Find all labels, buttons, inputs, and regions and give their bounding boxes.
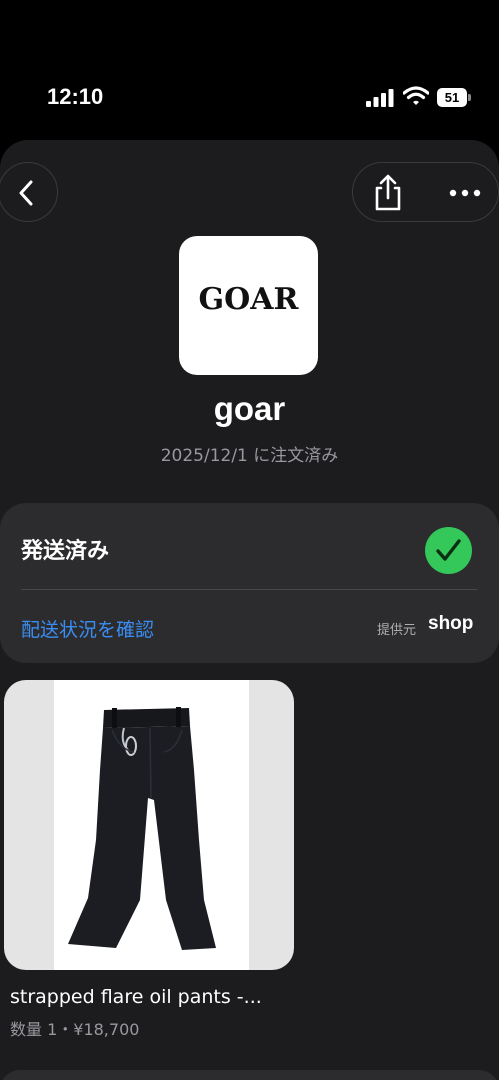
battery-level: 51 — [437, 88, 467, 107]
back-button[interactable] — [0, 162, 58, 222]
battery-tip — [468, 94, 471, 101]
shop-name: goar — [213, 390, 286, 427]
back-chevron-icon — [19, 180, 33, 206]
provided-by-label: 提供元 — [377, 623, 417, 638]
share-icon[interactable] — [370, 173, 406, 213]
status-time: 12:10 — [47, 84, 104, 109]
checkmark-icon — [425, 527, 472, 574]
more-dots-icon[interactable] — [445, 181, 485, 205]
battery-icon: 51 — [437, 88, 471, 107]
product-title[interactable]: strapped flare oil pants -... — [10, 986, 262, 1008]
order-date: 2025/12/1 に注文済み — [160, 446, 339, 466]
order-detail-screen: 12:10 51 GOAR goar 2025/12/1 に注文済み 発送済み … — [0, 0, 499, 1080]
signal-icon — [366, 89, 394, 107]
wifi-icon — [403, 86, 429, 105]
action-pill — [352, 162, 499, 222]
product-meta: 数量 1・¥18,700 — [10, 1020, 140, 1039]
next-card — [0, 1070, 499, 1080]
shop-logo-text: GOAR — [198, 282, 299, 317]
product-image — [54, 680, 249, 970]
track-shipment-link[interactable]: 配送状況を確認 — [21, 615, 154, 642]
shop-provider-logo: shop — [428, 613, 474, 634]
shipping-status-card: 発送済み 配送状況を確認 提供元 shop — [0, 503, 499, 663]
product-card[interactable] — [4, 680, 294, 970]
shop-logo: GOAR — [179, 236, 318, 375]
card-divider — [21, 589, 477, 590]
shipping-status: 発送済み — [21, 539, 110, 564]
status-bar: 12:10 51 — [0, 0, 499, 140]
